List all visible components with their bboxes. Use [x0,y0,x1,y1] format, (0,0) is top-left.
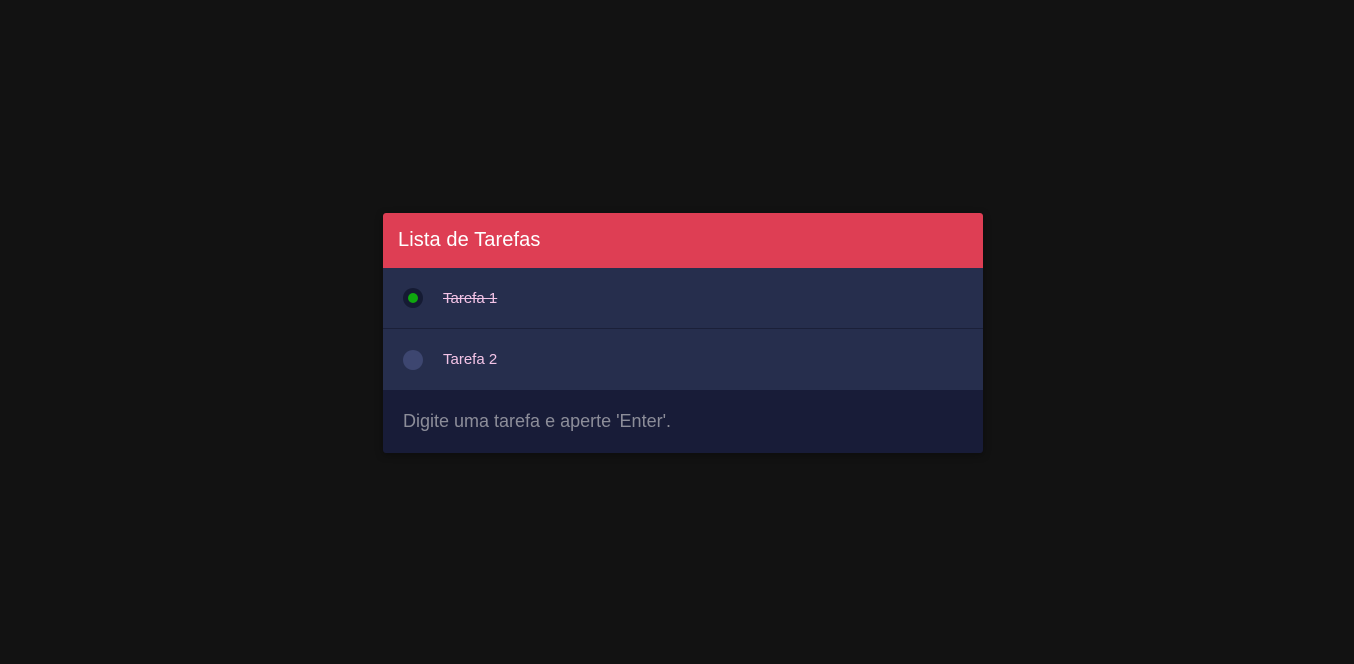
card-header: Lista de Tarefas [383,213,983,268]
page-title: Lista de Tarefas [398,229,541,251]
new-task-input[interactable] [383,390,983,453]
check-dot-icon [408,293,418,303]
task-list: Tarefa 1 Tarefa 2 [383,268,983,390]
new-task-form [383,390,983,453]
task-1-checkbox[interactable] [403,288,423,308]
todo-card: Lista de Tarefas Tarefa 1 Tarefa 2 [383,213,983,453]
task-2-checkbox[interactable] [403,349,423,370]
list-item[interactable]: Tarefa 1 [383,268,983,329]
task-1-label: Tarefa 1 [443,289,498,307]
list-item[interactable]: Tarefa 2 [383,329,983,390]
task-2-label: Tarefa 2 [443,351,498,368]
